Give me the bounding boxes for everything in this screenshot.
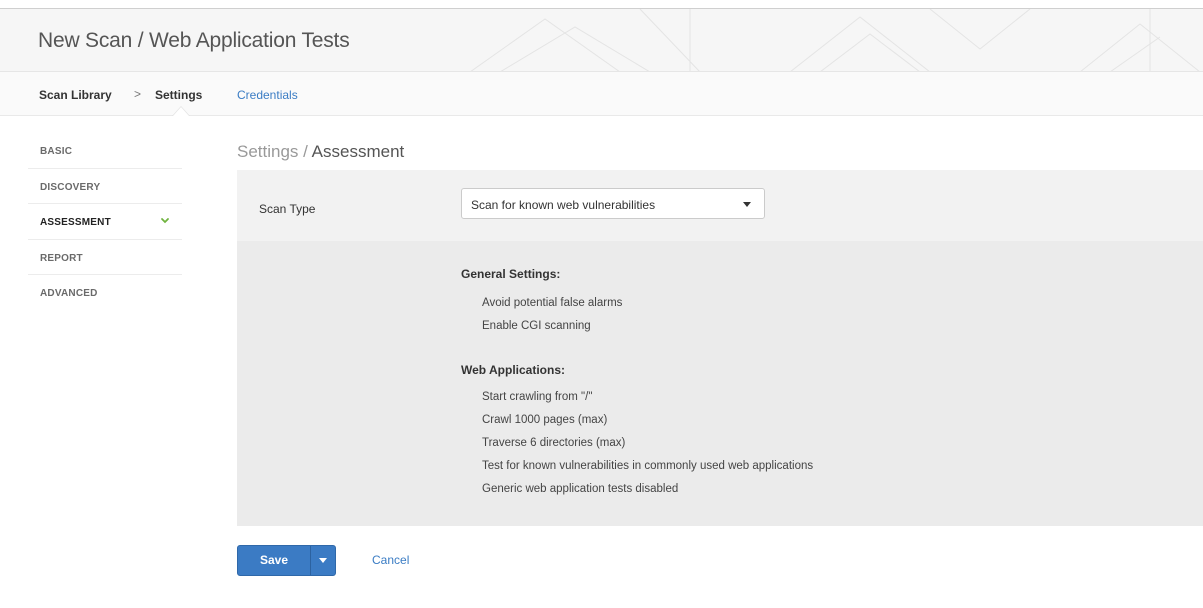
sidebar-item-assessment[interactable]: ASSESSMENT <box>28 204 182 240</box>
caret-down-icon <box>319 558 327 563</box>
sidebar-item-label: ADVANCED <box>40 288 98 299</box>
assessment-settings-summary: General Settings: Avoid potential false … <box>237 241 1203 526</box>
setting-line: Crawl 1000 pages (max) <box>482 414 608 426</box>
group-title-web-applications: Web Applications: <box>461 363 566 377</box>
setting-line: Test for known vulnerabilities in common… <box>482 460 814 472</box>
sidebar-item-label: ASSESSMENT <box>40 217 111 228</box>
section-title-current: Assessment <box>311 142 405 161</box>
settings-sidebar: BASIC DISCOVERY ASSESSMENT REPORT ADVANC… <box>28 133 182 311</box>
save-button[interactable]: Save <box>238 546 310 575</box>
group-title-general: General Settings: <box>461 267 561 281</box>
setting-line: Start crawling from "/" <box>482 391 593 403</box>
sidebar-item-discovery[interactable]: DISCOVERY <box>28 169 182 204</box>
cancel-link[interactable]: Cancel <box>372 553 409 567</box>
setting-line: Generic web application tests disabled <box>482 483 679 495</box>
tab-credentials[interactable]: Credentials <box>237 88 298 102</box>
save-split-button: Save <box>237 545 336 576</box>
sidebar-item-label: REPORT <box>40 252 83 264</box>
section-title: Settings / Assessment <box>237 142 404 162</box>
sidebar-item-report[interactable]: REPORT <box>28 240 182 275</box>
page-title: New Scan / Web Application Tests <box>38 29 350 52</box>
sidebar-item-label: DISCOVERY <box>40 181 101 193</box>
breadcrumb-separator: > <box>134 87 142 101</box>
tab-settings[interactable]: Settings <box>155 88 202 102</box>
scan-type-selected-value: Scan for known web vulnerabilities <box>471 198 656 212</box>
breadcrumb-scan-library[interactable]: Scan Library <box>39 88 112 102</box>
chevron-down-icon <box>161 218 169 224</box>
active-tab-pointer <box>173 107 189 116</box>
save-options-button[interactable] <box>311 546 336 575</box>
scan-type-label: Scan Type <box>259 202 316 216</box>
setting-line: Traverse 6 directories (max) <box>482 437 626 449</box>
dropdown-caret-icon <box>743 202 751 207</box>
scan-type-select[interactable]: Scan for known web vulnerabilities <box>461 188 765 219</box>
section-title-parent: Settings / <box>237 142 308 161</box>
scan-type-row: Scan Type Scan for known web vulnerabili… <box>237 170 1203 241</box>
setting-line: Enable CGI scanning <box>482 320 591 332</box>
sidebar-item-basic[interactable]: BASIC <box>28 133 182 169</box>
sidebar-item-label: BASIC <box>40 146 73 157</box>
sidebar-item-advanced[interactable]: ADVANCED <box>28 275 182 311</box>
setting-line: Avoid potential false alarms <box>482 297 623 309</box>
page-header: New Scan / Web Application Tests <box>0 9 1203 72</box>
